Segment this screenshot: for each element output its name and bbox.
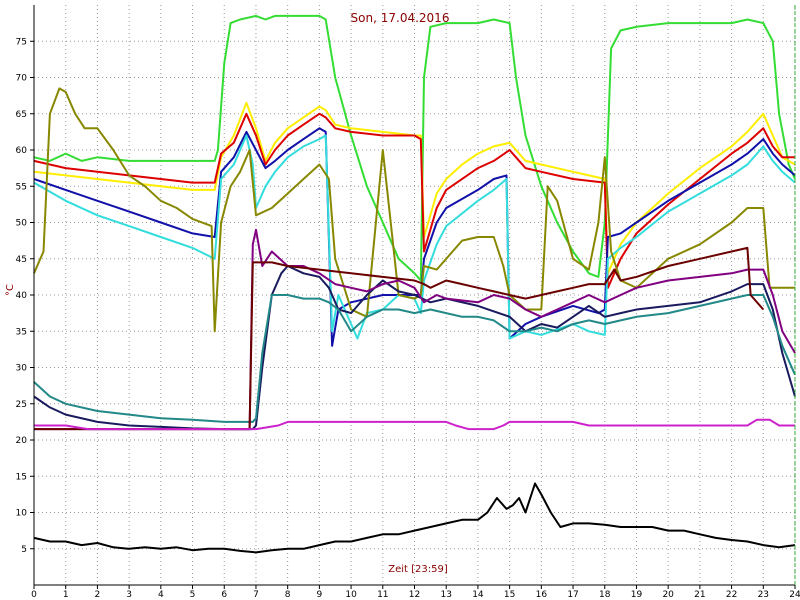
x-tick-label: 22: [726, 590, 737, 600]
x-tick-label: 11: [377, 590, 388, 600]
line-chart: 0 1 2 3 4 5 6 7 8 9 10 11 12 13 14 15 16 17 18 19 20 21 22 23 24…: [0, 0, 800, 600]
x-tick-label: 20: [662, 590, 674, 600]
x-tick-label: 21: [694, 590, 705, 600]
x-axis-label: Zeit [23:59]: [388, 564, 448, 575]
x-tick-label: 0: [31, 590, 37, 600]
x-tick-label: 4: [158, 590, 164, 600]
x-tick-label: 18: [599, 590, 611, 600]
x-tick-label: 8: [285, 590, 291, 600]
y-tick-label: 70: [16, 74, 28, 84]
x-tick-label: 24: [789, 590, 800, 600]
x-tick-label: 12: [409, 590, 420, 600]
x-tick-label: 6: [221, 590, 227, 600]
y-tick-label: 55: [16, 182, 27, 192]
y-tick-label: 50: [16, 219, 28, 229]
x-tick-label: 9: [317, 590, 323, 600]
x-tick-label: 17: [567, 590, 578, 600]
x-tick-label: 14: [472, 590, 484, 600]
x-tick-label: 1: [63, 590, 69, 600]
x-tick-label: 15: [504, 590, 515, 600]
y-tick-label: 10: [16, 509, 28, 519]
x-tick-label: 19: [631, 590, 643, 600]
x-tick-label: 13: [440, 590, 451, 600]
y-axis-label: °C: [5, 284, 16, 296]
y-tick-label: 5: [21, 545, 27, 555]
y-tick-label: 25: [16, 400, 27, 410]
y-tick-label: 40: [16, 291, 28, 301]
x-tick-label: 23: [758, 590, 769, 600]
x-tick-label: 16: [536, 590, 548, 600]
y-tick-label: 35: [16, 327, 27, 337]
x-tick-label: 10: [345, 590, 357, 600]
x-tick-label: 5: [190, 590, 196, 600]
chart-background: [0, 0, 800, 600]
y-tick-label: 45: [16, 255, 27, 265]
y-tick-label: 60: [16, 146, 28, 156]
x-tick-label: 3: [126, 590, 132, 600]
y-tick-label: 65: [16, 110, 27, 120]
chart-container: 0 1 2 3 4 5 6 7 8 9 10 11 12 13 14 15 16 17 18 19 20 21 22 23 24…: [0, 0, 800, 600]
x-tick-label: 7: [253, 590, 259, 600]
chart-title: Son, 17.04.2016: [351, 11, 450, 25]
y-tick-label: 30: [16, 364, 28, 374]
y-tick-label: 75: [16, 37, 27, 47]
y-tick-label: 15: [16, 472, 27, 482]
y-tick-label: 20: [16, 436, 28, 446]
x-tick-label: 2: [95, 590, 101, 600]
